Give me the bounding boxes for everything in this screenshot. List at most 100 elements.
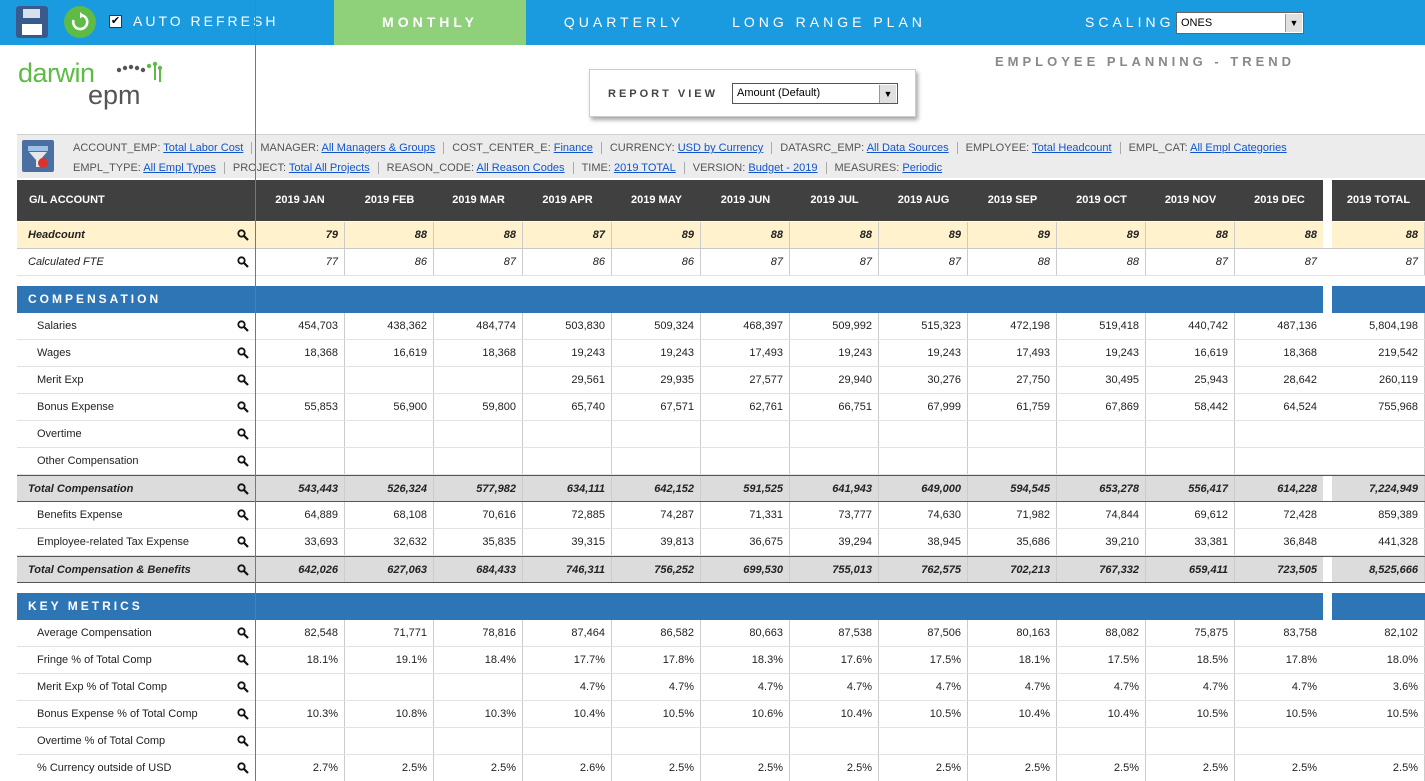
data-cell[interactable]: 82,102 <box>1332 620 1425 646</box>
magnifier-icon[interactable] <box>237 708 249 720</box>
data-cell[interactable]: 69,612 <box>1146 502 1235 528</box>
data-cell[interactable]: 18,368 <box>1235 340 1324 366</box>
data-cell[interactable]: 10.4% <box>1057 701 1146 727</box>
data-cell[interactable] <box>612 448 701 474</box>
magnifier-icon[interactable] <box>237 735 249 747</box>
period-column-header[interactable]: 2019 APR <box>523 180 612 221</box>
pov-member-link[interactable]: Total Labor Cost <box>163 142 243 154</box>
data-cell[interactable] <box>968 728 1057 754</box>
data-cell[interactable]: 219,542 <box>1332 340 1425 366</box>
data-cell[interactable]: 4.7% <box>879 674 968 700</box>
data-cell[interactable] <box>701 448 790 474</box>
data-cell[interactable]: 746,311 <box>523 557 612 582</box>
data-cell[interactable]: 19,243 <box>879 340 968 366</box>
data-cell[interactable]: 73,777 <box>790 502 879 528</box>
data-cell[interactable]: 86 <box>523 249 612 275</box>
data-cell[interactable]: 4.7% <box>701 674 790 700</box>
data-cell[interactable]: 472,198 <box>968 313 1057 339</box>
data-cell[interactable]: 39,294 <box>790 529 879 555</box>
data-cell[interactable]: 468,397 <box>701 313 790 339</box>
data-cell[interactable]: 87,464 <box>523 620 612 646</box>
pov-member-link[interactable]: All Empl Categories <box>1190 142 1287 154</box>
data-cell[interactable]: 82,548 <box>255 620 345 646</box>
data-cell[interactable]: 89 <box>1057 222 1146 248</box>
magnifier-icon[interactable] <box>237 320 249 332</box>
data-cell[interactable]: 17.8% <box>612 647 701 673</box>
period-column-header[interactable]: 2019 JUL <box>790 180 879 221</box>
data-cell[interactable] <box>968 421 1057 447</box>
data-cell[interactable] <box>612 728 701 754</box>
data-cell[interactable]: 71,331 <box>701 502 790 528</box>
tab-long-range-plan[interactable]: LONG RANGE PLAN <box>722 0 936 45</box>
data-cell[interactable]: 78,816 <box>434 620 523 646</box>
data-cell[interactable]: 2.5% <box>345 755 434 781</box>
data-cell[interactable]: 65,740 <box>523 394 612 420</box>
data-cell[interactable]: 10.5% <box>879 701 968 727</box>
data-cell[interactable] <box>523 448 612 474</box>
pov-member-link[interactable]: USD by Currency <box>678 142 764 154</box>
data-cell[interactable]: 653,278 <box>1057 476 1146 501</box>
data-cell[interactable]: 87 <box>434 249 523 275</box>
data-cell[interactable]: 87 <box>523 222 612 248</box>
data-cell[interactable]: 19,243 <box>612 340 701 366</box>
data-cell[interactable]: 87 <box>790 249 879 275</box>
data-cell[interactable]: 519,418 <box>1057 313 1146 339</box>
data-cell[interactable]: 19.1% <box>345 647 434 673</box>
pov-member-link[interactable]: All Reason Codes <box>477 162 565 174</box>
pov-member-link[interactable]: Finance <box>554 142 593 154</box>
data-cell[interactable]: 83,758 <box>1235 620 1324 646</box>
data-cell[interactable]: 86,582 <box>612 620 701 646</box>
data-cell[interactable]: 699,530 <box>701 557 790 582</box>
data-cell[interactable]: 88 <box>1057 249 1146 275</box>
data-cell[interactable]: 2.7% <box>255 755 345 781</box>
data-cell[interactable]: 4.7% <box>612 674 701 700</box>
data-cell[interactable]: 2.5% <box>1235 755 1324 781</box>
data-cell[interactable]: 87 <box>879 249 968 275</box>
period-column-header[interactable]: 2019 OCT <box>1057 180 1146 221</box>
data-cell[interactable]: 19,243 <box>790 340 879 366</box>
data-cell[interactable]: 767,332 <box>1057 557 1146 582</box>
magnifier-icon[interactable] <box>237 455 249 467</box>
data-cell[interactable] <box>255 367 345 393</box>
period-column-header[interactable]: 2019 JAN <box>255 180 345 221</box>
data-cell[interactable]: 16,619 <box>1146 340 1235 366</box>
data-cell[interactable]: 642,152 <box>612 476 701 501</box>
data-cell[interactable]: 454,703 <box>255 313 345 339</box>
data-cell[interactable] <box>345 674 434 700</box>
data-cell[interactable] <box>1057 728 1146 754</box>
data-cell[interactable]: 18.0% <box>1332 647 1425 673</box>
data-cell[interactable]: 19,243 <box>523 340 612 366</box>
data-cell[interactable]: 80,163 <box>968 620 1057 646</box>
data-cell[interactable]: 10.6% <box>701 701 790 727</box>
data-cell[interactable]: 74,630 <box>879 502 968 528</box>
data-cell[interactable]: 87 <box>1146 249 1235 275</box>
data-cell[interactable] <box>1146 448 1235 474</box>
data-cell[interactable]: 30,495 <box>1057 367 1146 393</box>
data-cell[interactable]: 18,368 <box>434 340 523 366</box>
data-cell[interactable]: 71,771 <box>345 620 434 646</box>
magnifier-icon[interactable] <box>237 509 249 521</box>
data-cell[interactable]: 89 <box>968 222 1057 248</box>
data-cell[interactable]: 86 <box>345 249 434 275</box>
period-column-header[interactable]: 2019 FEB <box>345 180 434 221</box>
data-cell[interactable]: 30,276 <box>879 367 968 393</box>
data-cell[interactable]: 10.8% <box>345 701 434 727</box>
data-cell[interactable] <box>1332 728 1425 754</box>
data-cell[interactable]: 16,619 <box>345 340 434 366</box>
period-column-header[interactable]: 2019 MAR <box>434 180 523 221</box>
data-cell[interactable]: 18.4% <box>434 647 523 673</box>
pov-member-link[interactable]: Total Headcount <box>1032 142 1112 154</box>
data-cell[interactable]: 614,228 <box>1235 476 1324 501</box>
data-cell[interactable]: 74,844 <box>1057 502 1146 528</box>
data-cell[interactable]: 859,389 <box>1332 502 1425 528</box>
data-cell[interactable]: 515,323 <box>879 313 968 339</box>
data-cell[interactable]: 755,013 <box>790 557 879 582</box>
tab-quarterly[interactable]: QUARTERLY <box>526 0 722 45</box>
data-cell[interactable]: 684,433 <box>434 557 523 582</box>
tab-monthly[interactable]: MONTHLY <box>334 0 526 45</box>
data-cell[interactable]: 88 <box>1146 222 1235 248</box>
period-column-header[interactable]: 2019 AUG <box>879 180 968 221</box>
magnifier-icon[interactable] <box>237 374 249 386</box>
data-cell[interactable]: 2.5% <box>1057 755 1146 781</box>
magnifier-icon[interactable] <box>237 401 249 413</box>
